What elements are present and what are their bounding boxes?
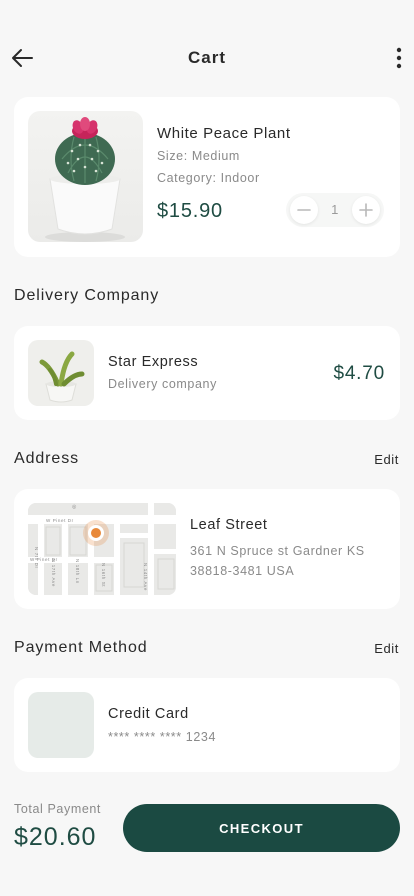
delivery-company-subtitle: Delivery company xyxy=(108,377,217,391)
checkout-button[interactable]: CHECKOUT xyxy=(123,804,400,852)
map-street-label: N 18th Ln xyxy=(75,559,80,584)
plus-icon xyxy=(359,203,373,217)
total-payment-value: $20.60 xyxy=(14,823,97,851)
delivery-thumbnail xyxy=(28,340,94,406)
address-line-2: 38818-3481 USA xyxy=(190,564,295,578)
payment-method-card[interactable]: Credit Card **** **** **** 1234 xyxy=(14,678,400,772)
increase-quantity-button[interactable] xyxy=(352,196,380,224)
cactus-pot-image xyxy=(45,117,125,242)
delivery-company-name: Star Express xyxy=(108,354,199,370)
map-marker-label: ◎ xyxy=(72,504,77,510)
address-line-1: 361 N Spruce st Gardner KS xyxy=(190,544,365,558)
total-payment-label: Total Payment xyxy=(14,802,102,816)
map-street-label: N 16th St xyxy=(101,563,106,587)
map-image: W Pinet Dr W Pinet Dr N 7th Dr N 17th Av… xyxy=(28,503,176,595)
quantity-stepper: 1 xyxy=(286,193,384,227)
product-size: Size: Medium xyxy=(157,149,240,163)
delivery-section-title: Delivery Company xyxy=(14,287,160,304)
map-street-label: N 7th Dr xyxy=(34,547,39,569)
product-price: $15.90 xyxy=(157,200,223,222)
masked-card-number: **** **** **** 1234 xyxy=(108,730,217,744)
product-name: White Peace Plant xyxy=(157,125,291,142)
address-map: W Pinet Dr W Pinet Dr N 7th Dr N 17th Av… xyxy=(28,503,176,595)
header: Cart xyxy=(0,40,414,76)
address-name: Leaf Street xyxy=(190,517,268,533)
product-category: Category: Indoor xyxy=(157,171,260,185)
delivery-price: $4.70 xyxy=(333,363,385,384)
edit-payment-link[interactable]: Edit xyxy=(374,641,399,656)
address-card[interactable]: W Pinet Dr W Pinet Dr N 7th Dr N 17th Av… xyxy=(14,489,400,609)
payment-method-name: Credit Card xyxy=(108,706,189,722)
delivery-company-card[interactable]: Star Express Delivery company $4.70 xyxy=(14,326,400,420)
map-street-label: N 14th Ave xyxy=(143,563,148,591)
payment-section-title: Payment Method xyxy=(14,639,148,656)
credit-card-thumbnail xyxy=(28,692,94,758)
page-title: Cart xyxy=(187,48,226,67)
product-image xyxy=(28,111,143,242)
map-street-label: W Pinet Dr xyxy=(46,518,74,523)
succulent-pot-image xyxy=(28,340,94,406)
cart-item-card[interactable]: White Peace Plant Size: Medium Category:… xyxy=(14,97,400,257)
map-street-label: N 17th Ave xyxy=(51,559,56,587)
more-button[interactable] xyxy=(392,44,406,72)
more-vertical-icon xyxy=(396,47,402,69)
address-section-title: Address xyxy=(14,450,79,467)
edit-address-link[interactable]: Edit xyxy=(374,452,399,467)
